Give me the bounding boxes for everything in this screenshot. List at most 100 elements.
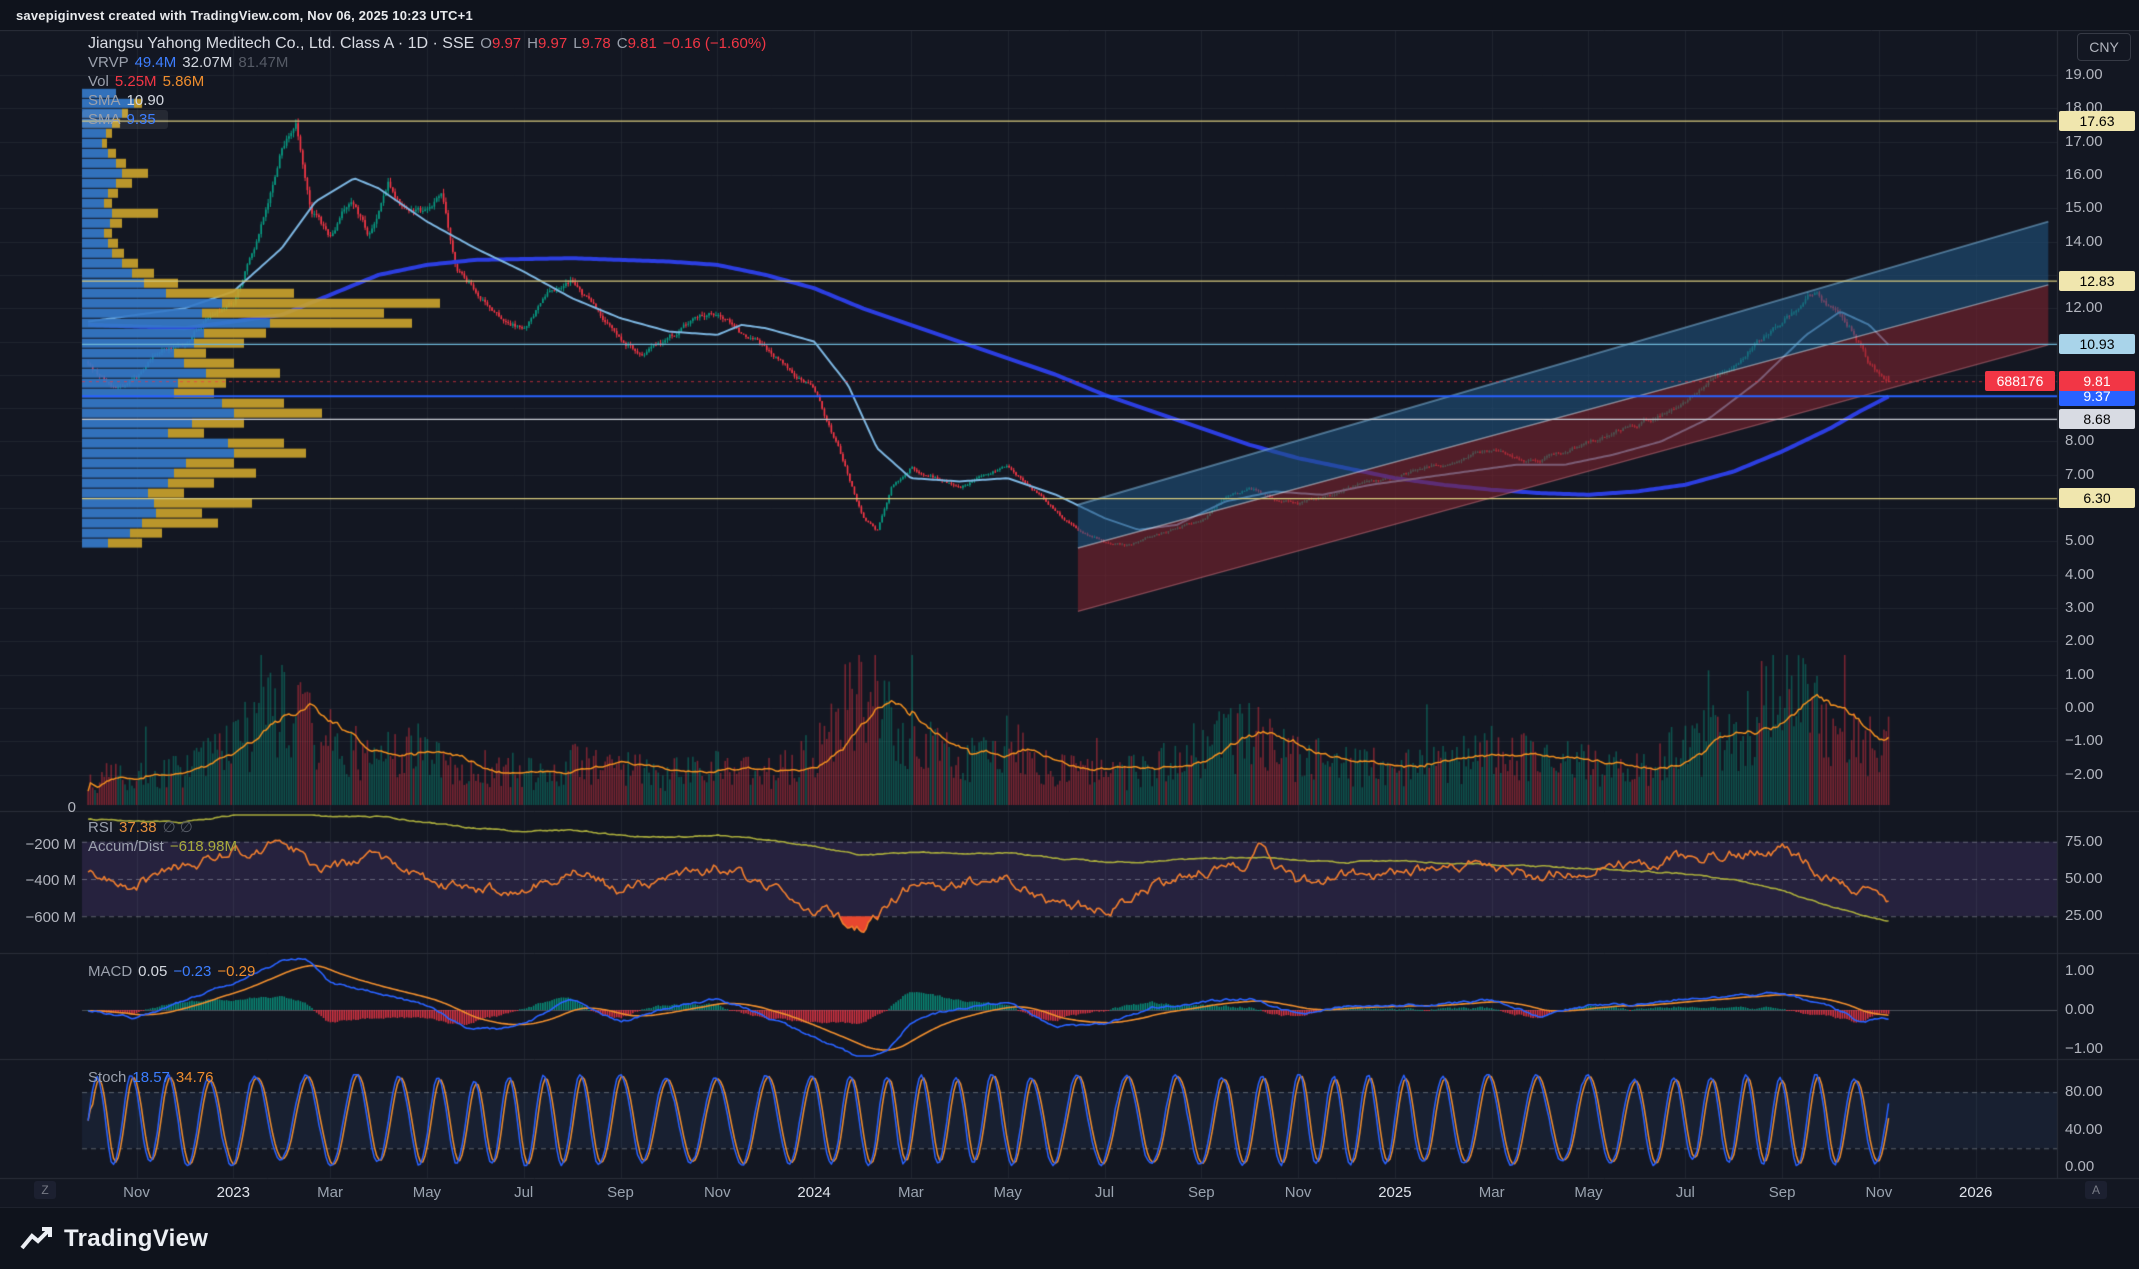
sma-slow-value: 9.35 bbox=[127, 111, 156, 128]
time-axis-label: Sep bbox=[607, 1184, 634, 1201]
time-axis-label: Mar bbox=[1479, 1184, 1505, 1201]
time-axis-label: Sep bbox=[1188, 1184, 1215, 1201]
ohlc-low-value: 9.78 bbox=[582, 35, 611, 52]
stoch-k-value: 18.57 bbox=[132, 1069, 170, 1086]
rsi-value: 37.38 bbox=[119, 819, 157, 836]
price-axis-label: 16.00 bbox=[2065, 166, 2103, 183]
ohlc-change: −0.16 (−1.60%) bbox=[663, 35, 766, 52]
macd-label: MACD bbox=[88, 963, 132, 980]
price-level-label[interactable]: 6.30 bbox=[2059, 488, 2135, 508]
price-level-label[interactable]: 10.93 bbox=[2059, 334, 2135, 354]
volume-legend-row[interactable]: Vol 5.25M 5.86M bbox=[88, 72, 772, 91]
accdist-legend-row[interactable]: Accum/Dist−618.98M bbox=[88, 837, 243, 856]
price-level-label[interactable]: 12.83 bbox=[2059, 271, 2135, 291]
time-axis-label: Jul bbox=[1095, 1184, 1114, 1201]
tradingview-logo-icon[interactable] bbox=[20, 1226, 54, 1252]
price-axis-label: 7.00 bbox=[2065, 466, 2094, 483]
sma-slow-legend-row[interactable]: SMA 9.35 bbox=[82, 110, 168, 129]
price-axis-label: 4.00 bbox=[2065, 566, 2094, 583]
volume-label: Vol bbox=[88, 73, 109, 90]
stoch-d-value: 34.76 bbox=[176, 1069, 214, 1086]
time-axis-label: Nov bbox=[1866, 1184, 1893, 1201]
macd-legend-row[interactable]: MACD 0.05 −0.23 −0.29 bbox=[88, 962, 261, 981]
macd-axis-label: 0.00 bbox=[2065, 1001, 2094, 1018]
ohlc-low-label: L bbox=[573, 35, 581, 52]
vrvp-label: VRVP bbox=[88, 54, 129, 71]
ohlc-close-label: C bbox=[617, 35, 628, 52]
sma-fast-legend-row[interactable]: SMA10.90 bbox=[88, 91, 772, 110]
macd-signal-value: −0.29 bbox=[217, 963, 255, 980]
vrvp-value-2: 32.07M bbox=[182, 54, 232, 71]
ohlc-close-value: 9.81 bbox=[628, 35, 657, 52]
rsi-legend: RSI 37.38 ∅ ∅ Accum/Dist−618.98M bbox=[88, 818, 243, 856]
tradingview-chart-screenshot: savepiginvest created with TradingView.c… bbox=[0, 0, 2139, 1269]
time-axis-label: Jul bbox=[1676, 1184, 1695, 1201]
price-axis-label: 12.00 bbox=[2065, 299, 2103, 316]
volume-value: 5.25M bbox=[115, 73, 157, 90]
stoch-legend-row[interactable]: Stoch 18.57 34.76 bbox=[88, 1068, 219, 1087]
time-axis-label: 2024 bbox=[797, 1184, 830, 1201]
ohlc-high-value: 9.97 bbox=[538, 35, 567, 52]
macd-legend: MACD 0.05 −0.23 −0.29 bbox=[88, 962, 261, 981]
logo-bar: TradingView bbox=[0, 1207, 2139, 1269]
stoch-legend: Stoch 18.57 34.76 bbox=[88, 1068, 219, 1087]
time-axis-label: Jul bbox=[514, 1184, 533, 1201]
price-axis-label: 14.00 bbox=[2065, 233, 2103, 250]
symbol-title[interactable]: Jiangsu Yahong Meditech Co., Ltd. Class … bbox=[88, 35, 474, 52]
price-axis-label: 5.00 bbox=[2065, 532, 2094, 549]
ohlc-high-label: H bbox=[527, 35, 538, 52]
accdist-axis-label: −600 M bbox=[16, 909, 76, 926]
time-axis-label: Mar bbox=[898, 1184, 924, 1201]
price-axis-label: 8.00 bbox=[2065, 432, 2094, 449]
timezone-chip[interactable]: Z bbox=[34, 1181, 56, 1199]
vrvp-value-3: 81.47M bbox=[238, 54, 288, 71]
stoch-axis-label: 40.00 bbox=[2065, 1121, 2103, 1138]
price-axis-label: 19.00 bbox=[2065, 66, 2103, 83]
time-axis[interactable] bbox=[0, 1178, 2057, 1207]
price-axis-label: 17.00 bbox=[2065, 133, 2103, 150]
stoch-label: Stoch bbox=[88, 1069, 126, 1086]
accdist-axis-label: −200 M bbox=[16, 836, 76, 853]
accdist-value: −618.98M bbox=[170, 838, 237, 855]
vrvp-value-1: 49.4M bbox=[135, 54, 177, 71]
time-axis-label: May bbox=[994, 1184, 1022, 1201]
main-legend: Jiangsu Yahong Meditech Co., Ltd. Class … bbox=[88, 34, 772, 129]
macd-hist-value: 0.05 bbox=[138, 963, 167, 980]
attribution-bar: savepiginvest created with TradingView.c… bbox=[0, 0, 2139, 30]
macd-line-value: −0.23 bbox=[173, 963, 211, 980]
price-axis-label: 3.00 bbox=[2065, 599, 2094, 616]
time-axis-label: May bbox=[413, 1184, 441, 1201]
time-axis-label: May bbox=[1574, 1184, 1602, 1201]
symbol-title-row: Jiangsu Yahong Meditech Co., Ltd. Class … bbox=[88, 34, 772, 53]
accdist-axis-label: 0 bbox=[16, 799, 76, 816]
ohlc-open-value: 9.97 bbox=[492, 35, 521, 52]
price-axis-label: 2.00 bbox=[2065, 632, 2094, 649]
volume-ma-value: 5.86M bbox=[163, 73, 205, 90]
rsi-axis-label: 25.00 bbox=[2065, 907, 2103, 924]
chart-canvas[interactable] bbox=[0, 0, 2139, 1269]
time-axis-label: Nov bbox=[1285, 1184, 1312, 1201]
price-level-label[interactable]: 17.63 bbox=[2059, 111, 2135, 131]
tradingview-logo-text[interactable]: TradingView bbox=[64, 1225, 208, 1253]
auto-scale-chip[interactable]: A bbox=[2085, 1181, 2107, 1199]
last-price-label[interactable]: 9.81 bbox=[2059, 371, 2135, 391]
rsi-axis-label: 75.00 bbox=[2065, 833, 2103, 850]
price-level-label[interactable]: 8.68 bbox=[2059, 409, 2135, 429]
price-axis-label: 1.00 bbox=[2065, 666, 2094, 683]
rsi-legend-row[interactable]: RSI 37.38 ∅ ∅ bbox=[88, 818, 243, 837]
sma-fast-value: 10.90 bbox=[127, 92, 165, 109]
vrvp-legend-row[interactable]: VRVP 49.4M 32.07M 81.47M bbox=[88, 53, 772, 72]
price-axis-label: 0.00 bbox=[2065, 699, 2094, 716]
currency-button[interactable]: CNY bbox=[2077, 33, 2131, 61]
macd-axis-label: −1.00 bbox=[2065, 1040, 2103, 1057]
rsi-label: RSI bbox=[88, 819, 113, 836]
stoch-axis-label: 0.00 bbox=[2065, 1158, 2094, 1175]
rsi-axis-label: 50.00 bbox=[2065, 870, 2103, 887]
sma-slow-label: SMA bbox=[88, 111, 121, 128]
stoch-axis-label: 80.00 bbox=[2065, 1083, 2103, 1100]
rsi-extra: ∅ ∅ bbox=[163, 819, 193, 836]
time-axis-label: Nov bbox=[704, 1184, 731, 1201]
time-axis-label: 2023 bbox=[217, 1184, 250, 1201]
ticker-code-badge: 688176 bbox=[1985, 371, 2055, 391]
time-axis-label: 2025 bbox=[1378, 1184, 1411, 1201]
